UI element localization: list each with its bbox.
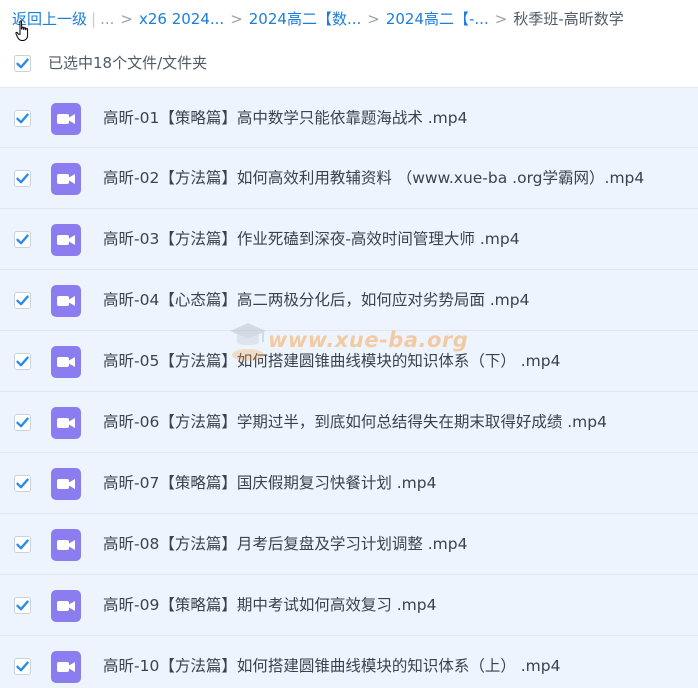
file-checkbox[interactable] bbox=[14, 170, 31, 187]
breadcrumb-pipe: | bbox=[91, 10, 97, 28]
video-file-icon bbox=[51, 529, 81, 565]
file-name[interactable]: 高昕-02【方法篇】如何高效利用教辅资料 （www.xue-ba .org学霸网… bbox=[103, 148, 644, 208]
breadcrumb-ellipsis[interactable]: ... bbox=[100, 8, 114, 30]
check-icon bbox=[14, 170, 31, 187]
file-name[interactable]: 高昕-10【方法篇】如何搭建圆锥曲线模块的知识体系（上） .mp4 bbox=[103, 636, 560, 688]
file-name[interactable]: 高昕-05【方法篇】如何搭建圆锥曲线模块的知识体系（下） .mp4 bbox=[103, 331, 560, 391]
breadcrumb-separator: > bbox=[367, 10, 380, 28]
file-name[interactable]: 高昕-08【方法篇】月考后复盘及学习计划调整 .mp4 bbox=[103, 514, 467, 574]
check-icon bbox=[14, 110, 31, 127]
breadcrumb-separator: > bbox=[494, 10, 508, 28]
file-row-8[interactable]: 高昕-08【方法篇】月考后复盘及学习计划调整 .mp4 bbox=[0, 514, 698, 575]
file-row-1[interactable]: 高昕-01【策略篇】高中数学只能依靠题海战术 .mp4 bbox=[0, 87, 698, 148]
file-row-2[interactable]: 高昕-02【方法篇】如何高效利用教辅资料 （www.xue-ba .org学霸网… bbox=[0, 148, 698, 209]
file-row-5[interactable]: 高昕-05【方法篇】如何搭建圆锥曲线模块的知识体系（下） .mp4 bbox=[0, 331, 698, 392]
video-file-icon bbox=[51, 224, 81, 260]
file-row-6[interactable]: 高昕-06【方法篇】学期过半，到底如何总结得失在期末取得好成绩 .mp4 bbox=[0, 392, 698, 453]
breadcrumb-item-2[interactable]: 2024高二【数... bbox=[249, 8, 361, 30]
video-file-icon bbox=[51, 285, 81, 321]
check-icon bbox=[14, 658, 31, 675]
file-checkbox[interactable] bbox=[14, 475, 31, 492]
file-row-10[interactable]: 高昕-10【方法篇】如何搭建圆锥曲线模块的知识体系（上） .mp4 bbox=[0, 636, 698, 688]
breadcrumb-separator: > bbox=[230, 10, 243, 28]
video-file-icon bbox=[51, 468, 81, 504]
video-file-icon bbox=[51, 590, 81, 626]
check-icon bbox=[14, 414, 31, 431]
check-icon bbox=[14, 536, 31, 553]
file-name[interactable]: 高昕-03【方法篇】作业死磕到深夜-高效时间管理大师 .mp4 bbox=[103, 209, 520, 269]
check-icon bbox=[14, 597, 31, 614]
breadcrumb-current: 秋季班-高昕数学 bbox=[513, 10, 624, 28]
breadcrumb-separator: > bbox=[120, 10, 133, 28]
selection-count-label: 已选中18个文件/文件夹 bbox=[48, 54, 208, 72]
file-list: 高昕-01【策略篇】高中数学只能依靠题海战术 .mp4 高昕-02【方法篇】如何… bbox=[0, 87, 698, 688]
select-all-checkbox[interactable] bbox=[14, 55, 31, 72]
video-file-icon bbox=[51, 103, 81, 139]
breadcrumb-item-1[interactable]: x26 2024... bbox=[139, 8, 224, 30]
file-checkbox[interactable] bbox=[14, 597, 31, 614]
back-link[interactable]: 返回上一级 bbox=[12, 8, 87, 30]
file-checkbox[interactable] bbox=[14, 353, 31, 370]
video-file-icon bbox=[51, 407, 81, 443]
file-name[interactable]: 高昕-04【心态篇】高二两极分化后，如何应对劣势局面 .mp4 bbox=[103, 270, 529, 330]
video-file-icon bbox=[51, 163, 81, 199]
file-checkbox[interactable] bbox=[14, 292, 31, 309]
file-row-3[interactable]: 高昕-03【方法篇】作业死磕到深夜-高效时间管理大师 .mp4 bbox=[0, 209, 698, 270]
video-file-icon bbox=[51, 346, 81, 382]
check-icon bbox=[14, 353, 31, 370]
file-browser: 返回上一级 | ... > x26 2024... > 2024高二【数... … bbox=[0, 0, 698, 688]
file-checkbox[interactable] bbox=[14, 110, 31, 127]
select-all-row: 已选中18个文件/文件夹 bbox=[0, 47, 698, 79]
video-file-icon bbox=[51, 651, 81, 687]
file-checkbox[interactable] bbox=[14, 536, 31, 553]
breadcrumb-item-3[interactable]: 2024高二【-... bbox=[386, 8, 489, 30]
check-icon bbox=[14, 55, 31, 72]
check-icon bbox=[14, 231, 31, 248]
file-checkbox[interactable] bbox=[14, 658, 31, 675]
check-icon bbox=[14, 292, 31, 309]
file-row-7[interactable]: 高昕-07【策略篇】国庆假期复习快餐计划 .mp4 bbox=[0, 453, 698, 514]
file-name[interactable]: 高昕-09【策略篇】期中考试如何高效复习 .mp4 bbox=[103, 575, 436, 635]
file-name[interactable]: 高昕-06【方法篇】学期过半，到底如何总结得失在期末取得好成绩 .mp4 bbox=[103, 392, 607, 452]
file-name[interactable]: 高昕-07【策略篇】国庆假期复习快餐计划 .mp4 bbox=[103, 453, 436, 513]
check-icon bbox=[14, 475, 31, 492]
file-checkbox[interactable] bbox=[14, 231, 31, 248]
file-row-4[interactable]: 高昕-04【心态篇】高二两极分化后，如何应对劣势局面 .mp4 bbox=[0, 270, 698, 331]
file-name[interactable]: 高昕-01【策略篇】高中数学只能依靠题海战术 .mp4 bbox=[103, 88, 467, 148]
file-checkbox[interactable] bbox=[14, 414, 31, 431]
file-row-9[interactable]: 高昕-09【策略篇】期中考试如何高效复习 .mp4 bbox=[0, 575, 698, 636]
breadcrumb: 返回上一级 | ... > x26 2024... > 2024高二【数... … bbox=[12, 8, 624, 30]
